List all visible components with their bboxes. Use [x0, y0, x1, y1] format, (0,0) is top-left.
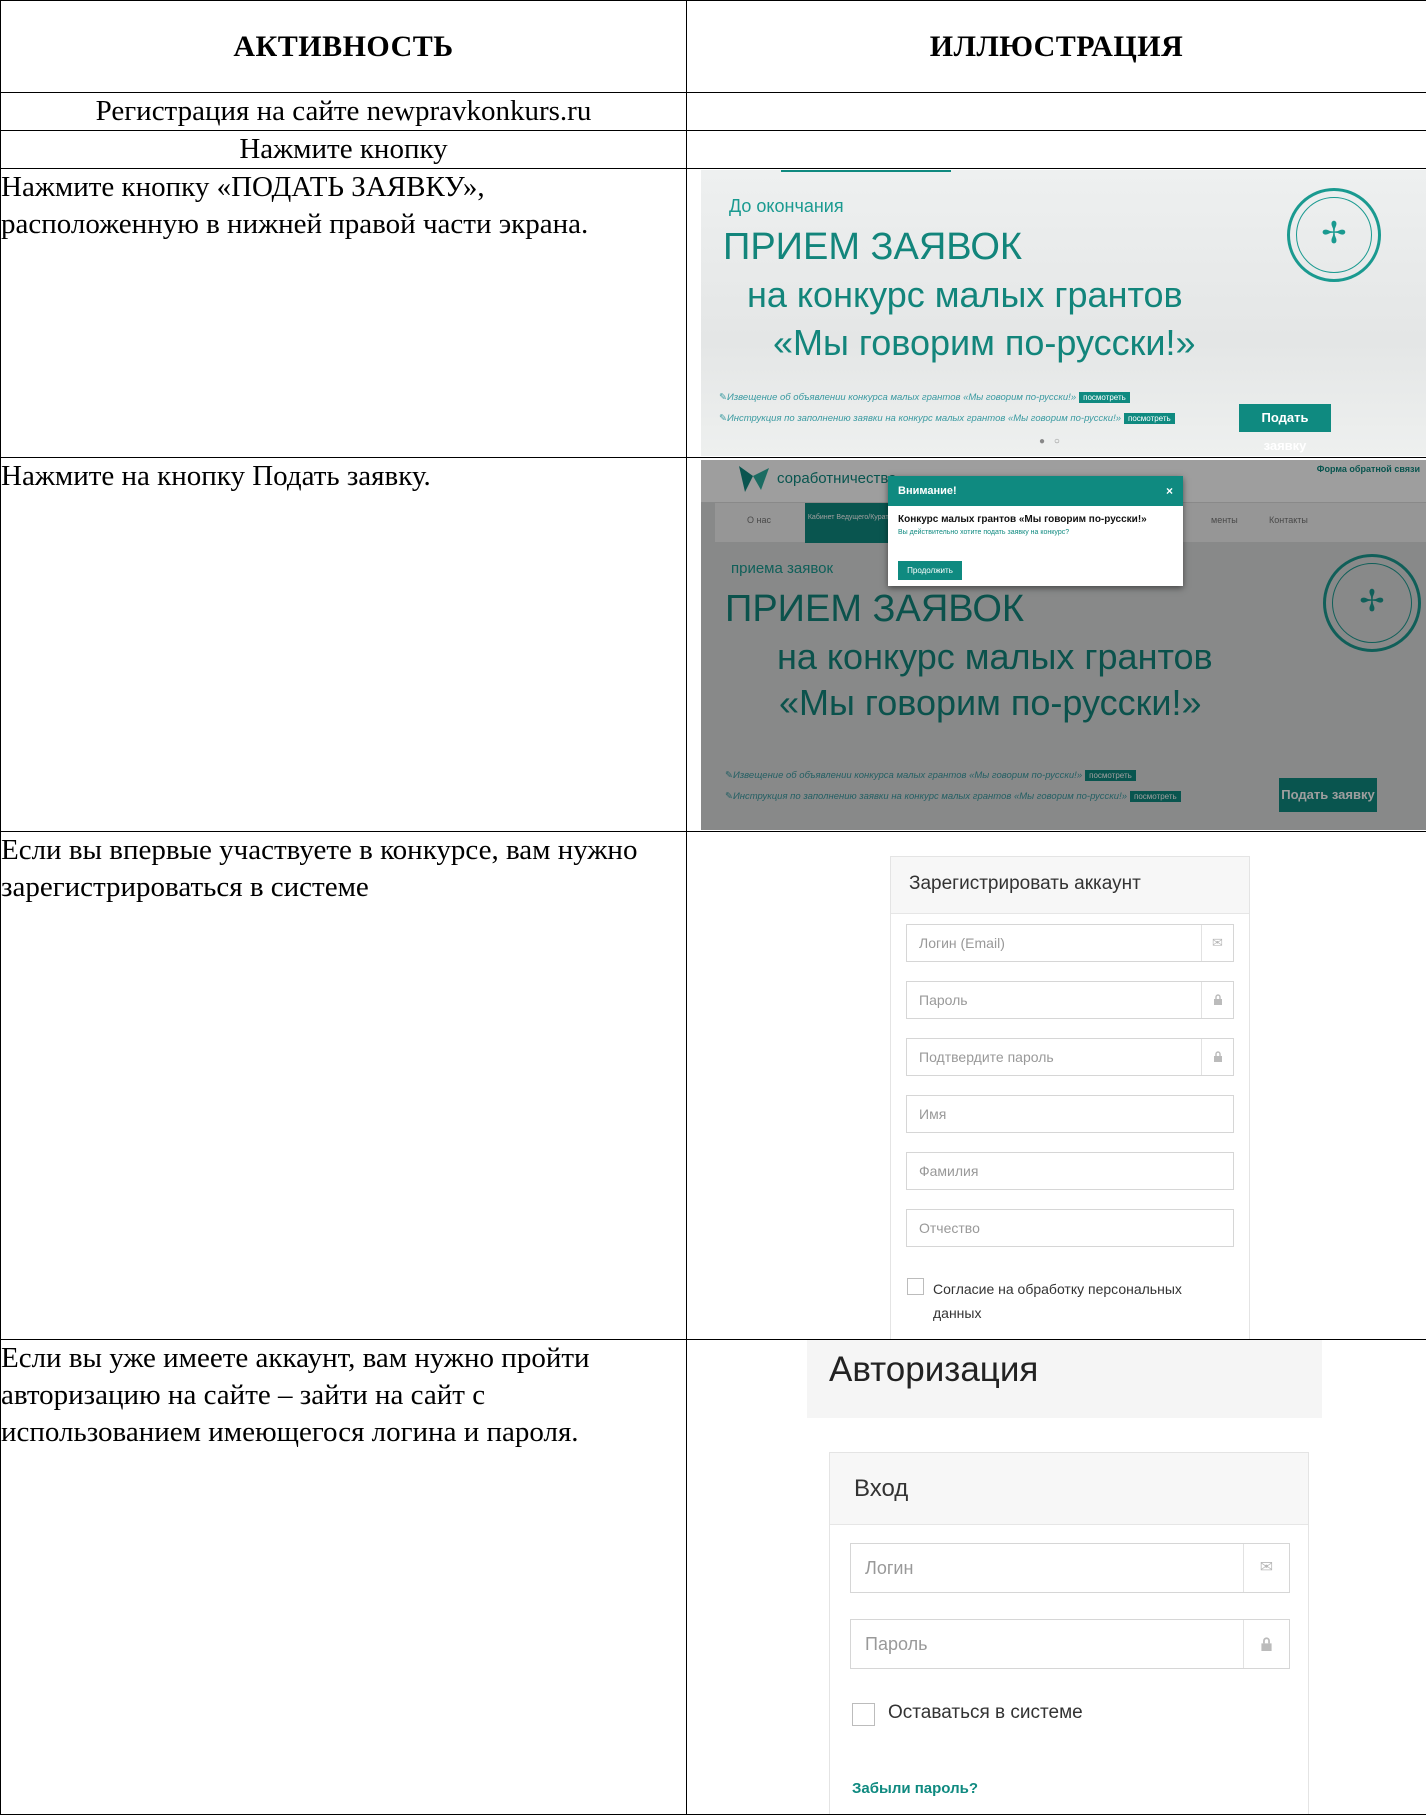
- register-last-name-field[interactable]: Фамилия: [906, 1152, 1234, 1190]
- header-illustration: ИЛЛЮСТРАЦИЯ: [687, 1, 1426, 93]
- password-field[interactable]: Пароль: [850, 1619, 1290, 1669]
- lock-icon: [1201, 1039, 1233, 1075]
- register-title: Зарегистрировать аккаунт: [891, 857, 1249, 914]
- modal-heading: Конкурс малых грантов «Мы говорим по-рус…: [888, 506, 1183, 529]
- continue-button[interactable]: Продолжить: [898, 561, 962, 580]
- consent-label: Согласие на обработку персональных данны…: [933, 1277, 1182, 1325]
- modal-title: Внимание!: [898, 485, 957, 497]
- apply-button[interactable]: Подать заявку: [1239, 404, 1331, 432]
- register-middle-name-field[interactable]: Отчество: [906, 1209, 1234, 1247]
- row-apply-text: Нажмите кнопку «ПОДАТЬ ЗАЯВКУ», располож…: [1, 169, 687, 458]
- confirm-modal: Внимание! × Конкурс малых грантов «Мы го…: [888, 476, 1183, 586]
- row-press-button: Нажмите кнопку: [1, 131, 687, 169]
- auth-page-title: Авторизация: [807, 1340, 1322, 1418]
- row-click-apply-text: Нажмите на кнопку Подать заявку.: [1, 458, 687, 832]
- row-press-button-empty: [687, 131, 1426, 169]
- slide1-cell: До окончания ПРИЕМ ЗАЯВОК на конкурс мал…: [687, 169, 1426, 458]
- header-activity: АКТИВНОСТЬ: [1, 1, 687, 93]
- register-confirm-field[interactable]: Подтвердите пароль: [906, 1038, 1234, 1076]
- instruction-link[interactable]: ✎Инструкция по заполнению заявки на конк…: [719, 413, 1175, 424]
- close-icon[interactable]: ×: [1166, 484, 1173, 498]
- lock-icon: [1201, 982, 1233, 1018]
- banner-title-2: на конкурс малых грантов: [747, 274, 1183, 316]
- modal-text: Вы действительно хотите подать заявку на…: [888, 529, 1183, 536]
- login-panel: Вход Логин ✉ Пароль Оставаться в системе…: [829, 1452, 1309, 1815]
- instructions-table: АКТИВНОСТЬ ИЛЛЮСТРАЦИЯ Регистрация на са…: [0, 0, 1426, 1815]
- mail-icon: ✉: [1201, 925, 1233, 961]
- banner-title-1: ПРИЕМ ЗАЯВОК: [723, 226, 1022, 269]
- slider-dots[interactable]: ● ○: [1039, 436, 1063, 447]
- register-panel: Зарегистрировать аккаунт Логин (Email) ✉…: [890, 856, 1250, 1340]
- lock-icon: [1243, 1620, 1289, 1668]
- modal-header: Внимание! ×: [888, 476, 1183, 506]
- row-register-text: Если вы впервые участвуете в конкурсе, в…: [1, 832, 687, 1340]
- site-with-modal: соработничество Форма обратной связи О н…: [701, 460, 1426, 830]
- banner-slide: До окончания ПРИЕМ ЗАЯВОК на конкурс мал…: [701, 170, 1426, 456]
- forgot-password-link[interactable]: Забыли пароль?: [852, 1780, 978, 1797]
- row-registration-empty: [687, 93, 1426, 131]
- login-field[interactable]: Логин ✉: [850, 1543, 1290, 1593]
- login-panel-title: Вход: [830, 1453, 1308, 1525]
- auth-cell: Авторизация Вход Логин ✉ Пароль Оставать…: [687, 1340, 1426, 1815]
- register-login-field[interactable]: Логин (Email) ✉: [906, 924, 1234, 962]
- notice-link[interactable]: ✎Извещение об объявлении конкурса малых …: [719, 392, 1130, 403]
- register-password-field[interactable]: Пароль: [906, 981, 1234, 1019]
- contest-seal-logo: ✢: [1287, 188, 1381, 282]
- mail-icon: ✉: [1243, 1544, 1289, 1592]
- row-auth-text: Если вы уже имеете аккаунт, вам нужно пр…: [1, 1340, 687, 1815]
- register-first-name-field[interactable]: Имя: [906, 1095, 1234, 1133]
- countdown-label: До окончания: [729, 196, 844, 217]
- remember-checkbox[interactable]: [852, 1703, 875, 1726]
- remember-label: Оставаться в системе: [888, 1702, 1083, 1724]
- register-cell: Зарегистрировать аккаунт Логин (Email) ✉…: [687, 832, 1426, 1340]
- banner-title-3: «Мы говорим по-русски!»: [773, 322, 1195, 364]
- slide2-cell: соработничество Форма обратной связи О н…: [687, 458, 1426, 832]
- consent-checkbox[interactable]: [907, 1278, 924, 1295]
- row-registration-title: Регистрация на сайте newpravkonkurs.ru: [1, 93, 687, 131]
